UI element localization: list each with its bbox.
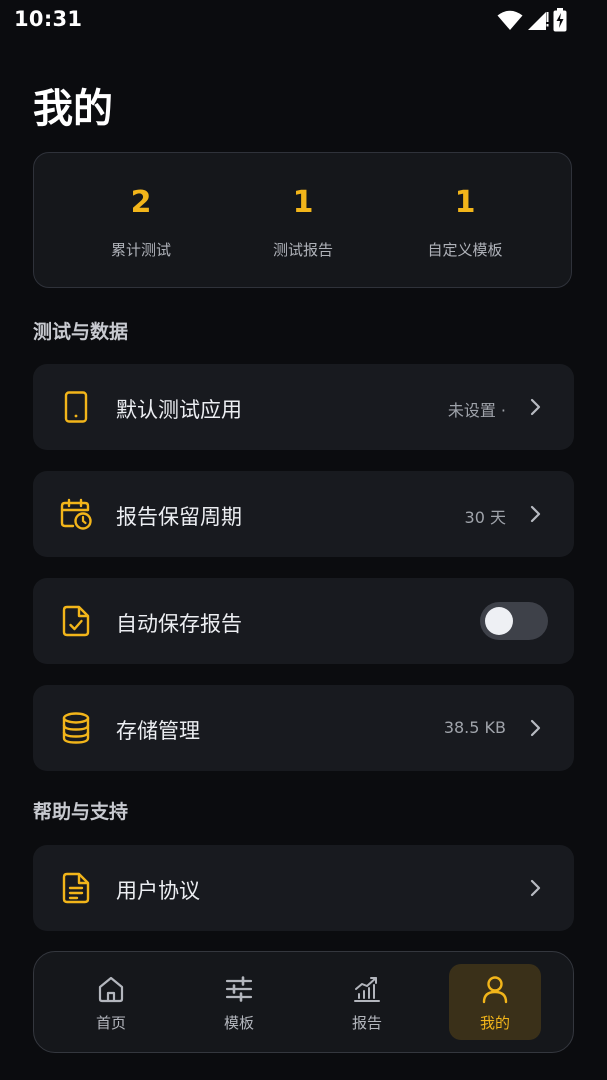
setting-storage-management[interactable]: 存储管理 38.5 KB: [33, 685, 574, 771]
file-check-icon: [62, 605, 90, 637]
bottom-nav: 首页 模板 报告 我的: [33, 951, 574, 1053]
nav-label: 模板: [223, 1014, 254, 1032]
cellular-signal-icon: [528, 12, 549, 30]
page-title: 我的: [33, 86, 113, 132]
calendar-clock-icon: [60, 498, 92, 530]
document-icon: [62, 872, 90, 904]
nav-label: 首页: [95, 1014, 126, 1032]
setting-label: 用户协议: [116, 879, 200, 903]
stat-label: 累计测试: [110, 241, 171, 259]
setting-report-retention[interactable]: 报告保留周期 30 天: [33, 471, 574, 557]
stat-value: 1: [454, 185, 476, 220]
stat-label: 测试报告: [272, 241, 333, 259]
home-icon: [98, 976, 124, 1003]
setting-label: 报告保留周期: [116, 505, 242, 529]
nav-item-home[interactable]: 首页: [65, 964, 157, 1040]
battery-charging-icon: [553, 8, 567, 32]
setting-auto-save-report: 自动保存报告: [33, 578, 574, 664]
chevron-right-icon: [530, 879, 541, 897]
sliders-icon: [225, 976, 253, 1002]
stat-value: 1: [292, 185, 314, 220]
setting-label: 存储管理: [116, 719, 200, 743]
setting-user-agreement[interactable]: 用户协议: [33, 845, 574, 931]
setting-value: 38.5 KB: [443, 718, 506, 737]
nav-item-mine[interactable]: 我的: [449, 964, 541, 1040]
setting-label: 自动保存报告: [116, 612, 242, 636]
status-time: 10:31: [14, 7, 83, 31]
stat-value: 2: [130, 185, 152, 220]
phone-icon: [64, 391, 88, 423]
toggle-knob: [485, 607, 513, 635]
chevron-right-icon: [530, 398, 541, 416]
chevron-right-icon: [530, 505, 541, 523]
stat-label: 自定义模板: [427, 241, 503, 259]
nav-label: 报告: [351, 1014, 382, 1032]
database-icon: [62, 712, 90, 744]
stats-card: 2 累计测试 1 测试报告 1 自定义模板: [33, 152, 572, 288]
setting-default-test-app[interactable]: 默认测试应用 未设置 ·: [33, 364, 574, 450]
setting-value: 30 天: [464, 508, 506, 527]
section-title-help-support: 帮助与支持: [33, 801, 129, 823]
status-bar: 10:31: [0, 0, 607, 44]
status-icons: [497, 8, 567, 32]
auto-save-toggle[interactable]: [480, 602, 548, 640]
section-title-test-data: 测试与数据: [33, 321, 129, 343]
setting-label: 默认测试应用: [116, 398, 242, 422]
user-icon: [482, 976, 508, 1004]
nav-item-templates[interactable]: 模板: [193, 964, 285, 1040]
nav-label: 我的: [479, 1014, 510, 1032]
setting-value: 未设置 ·: [447, 401, 506, 420]
chart-icon: [354, 977, 380, 1002]
nav-item-reports[interactable]: 报告: [321, 964, 413, 1040]
chevron-right-icon: [530, 719, 541, 737]
wifi-icon: [497, 10, 523, 30]
